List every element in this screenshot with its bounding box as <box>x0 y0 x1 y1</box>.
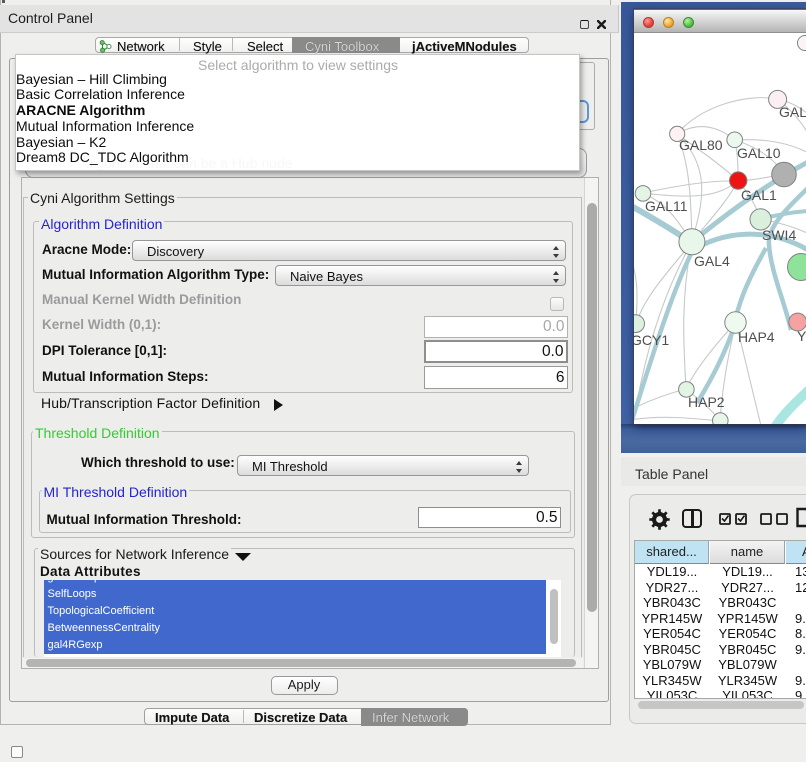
svg-text:GAL10: GAL10 <box>737 145 781 161</box>
svg-text:GAL11: GAL11 <box>645 198 688 214</box>
svg-text:Y: Y <box>797 328 806 344</box>
svg-text:GAL1: GAL1 <box>741 187 777 203</box>
svg-text:GAL80: GAL80 <box>679 137 723 153</box>
svg-text:GCY1: GCY1 <box>634 332 669 348</box>
svg-text:SWI4: SWI4 <box>762 227 796 243</box>
svg-text:HAP2: HAP2 <box>688 394 725 410</box>
svg-text:GAL4: GAL4 <box>694 253 730 269</box>
svg-text:GAL7: GAL7 <box>779 104 806 120</box>
svg-text:HAP4: HAP4 <box>738 329 775 345</box>
